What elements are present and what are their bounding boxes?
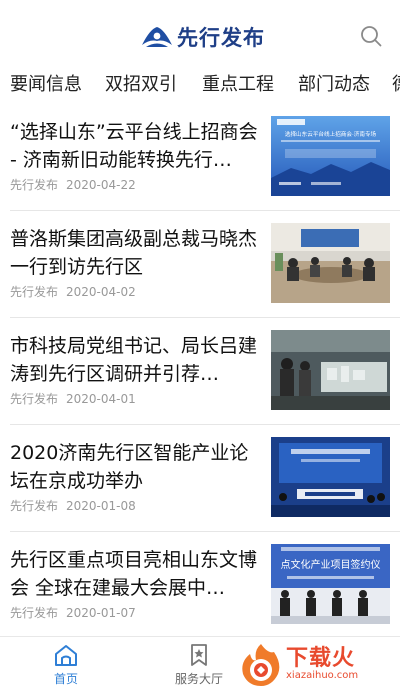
news-meta: 先行发布 2020-04-22 (10, 176, 136, 193)
news-title: 2020济南先行区智能产业论坛在京成功举办 (10, 442, 249, 492)
news-title: 市科技局党组书记、局长吕建涛到先行区调研并引荐… (10, 335, 258, 385)
news-thumbnail: 点文化产业项目签约仪 (271, 544, 390, 624)
fire-logo-icon (242, 644, 280, 686)
app-screen: 先行发布 要闻信息 双招双引 重点工程 部门动态 德 “选择山东”云平台线上招商… (0, 0, 400, 690)
category-tabs: 要闻信息 双招双引 重点工程 部门动态 德 (0, 66, 400, 100)
watermark-url: xiazaihuo.com (286, 670, 359, 681)
news-date: 2020-01-07 (66, 606, 136, 620)
bookmark-icon (191, 644, 207, 666)
news-item[interactable]: “选择山东”云平台线上招商会 - 济南新旧动能转换先行… 先行发布 2020-04… (0, 104, 400, 211)
news-item[interactable]: 先行区重点项目亮相山东文博会 全球在建最大会展中… 先行发布 2020-01-07… (0, 532, 400, 639)
news-thumbnail: 选择山东云平台线上招商会·济南专场 (271, 116, 390, 196)
lotus-logo-icon (142, 27, 172, 47)
news-title: 普洛斯集团高级副总裁马晓杰一行到访先行区 (10, 228, 258, 278)
news-date: 2020-04-01 (66, 392, 136, 406)
news-title: 先行区重点项目亮相山东文博会 全球在建最大会展中… (10, 549, 258, 599)
watermark: 下载火 xiazaihuo.com (236, 640, 400, 690)
news-thumbnail (271, 437, 390, 517)
news-thumbnail (271, 223, 390, 303)
news-source: 先行发布 (10, 178, 59, 192)
news-source: 先行发布 (10, 606, 59, 620)
news-meta: 先行发布 2020-04-02 (10, 283, 136, 300)
nav-home[interactable]: 首页 (31, 643, 101, 687)
nav-service-hall[interactable]: 服务大厅 (164, 643, 234, 687)
tab-investment[interactable]: 双招双引 (105, 70, 177, 96)
news-item[interactable]: 市科技局党组书记、局长吕建涛到先行区调研并引荐… 先行发布 2020-04-01 (0, 318, 400, 425)
news-meta: 先行发布 2020-01-08 (10, 497, 136, 514)
news-meta: 先行发布 2020-04-01 (10, 390, 136, 407)
thumbnail-caption: 点文化产业项目签约仪 (281, 558, 381, 571)
news-date: 2020-01-08 (66, 499, 136, 513)
nav-home-label: 首页 (53, 672, 78, 686)
news-item[interactable]: 普洛斯集团高级副总裁马晓杰一行到访先行区 先行发布 2020-04-02 (0, 211, 400, 318)
news-source: 先行发布 (10, 285, 59, 299)
news-source: 先行发布 (10, 392, 59, 406)
app-title: 先行发布 (177, 26, 265, 50)
thumbnail-caption: 选择山东云平台线上招商会·济南专场 (285, 130, 377, 138)
nav-service-label: 服务大厅 (174, 672, 223, 686)
tab-key-projects[interactable]: 重点工程 (202, 70, 274, 96)
home-icon (55, 645, 77, 666)
tab-department-news[interactable]: 部门动态 (298, 70, 370, 96)
tab-news-info[interactable]: 要闻信息 (10, 70, 82, 96)
tab-more[interactable]: 德 (392, 70, 400, 96)
news-thumbnail (271, 330, 390, 410)
news-source: 先行发布 (10, 499, 59, 513)
app-logo: 先行发布 (140, 22, 265, 52)
search-icon[interactable] (360, 25, 382, 47)
watermark-text: 下载火 (286, 646, 356, 671)
header: 先行发布 (0, 0, 400, 66)
news-item[interactable]: 2020济南先行区智能产业论坛在京成功举办 先行发布 2020-01-08 (0, 425, 400, 532)
news-date: 2020-04-22 (66, 178, 136, 192)
news-title: “选择山东”云平台线上招商会 - 济南新旧动能转换先行… (10, 121, 258, 171)
news-meta: 先行发布 2020-01-07 (10, 604, 136, 621)
news-date: 2020-04-02 (66, 285, 136, 299)
